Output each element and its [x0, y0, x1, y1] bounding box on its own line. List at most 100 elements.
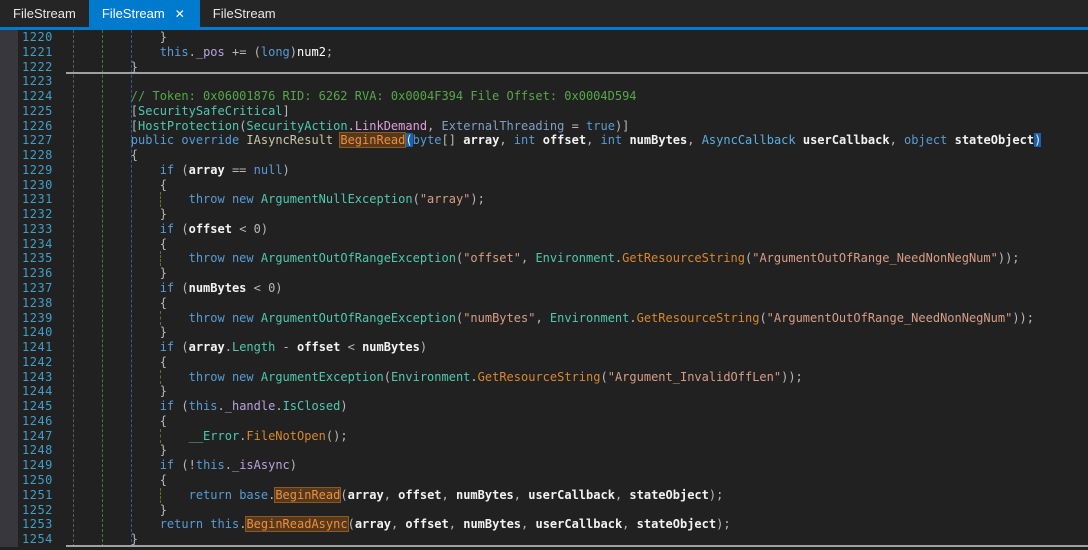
code-text: {	[73, 148, 139, 163]
code-text: }	[66, 532, 1088, 547]
line-number: 1225	[22, 103, 53, 118]
code-line[interactable]: 1245 if (this._handle.IsClosed)	[18, 399, 1088, 414]
tab-bar: FileStream FileStream ✕ FileStream	[0, 0, 1088, 30]
line-number: 1229	[22, 162, 53, 177]
code-text: }	[73, 207, 167, 222]
code-line[interactable]: 1236 }	[18, 266, 1088, 281]
code-text: if (!this._isAsync)	[159, 458, 298, 473]
code-line[interactable]: 1225 [SecuritySafeCritical]	[18, 104, 1088, 119]
line-number: 1221	[22, 44, 53, 59]
code-text: // Token: 0x06001876 RID: 6262 RVA: 0x00…	[73, 89, 637, 104]
code-line[interactable]: 1243 throw new ArgumentException(Environ…	[18, 369, 1088, 385]
line-number: 1254	[22, 532, 53, 547]
tab-filestream-2-active[interactable]: FileStream ✕	[88, 0, 200, 27]
code-text: throw new ArgumentOutOfRangeException("n…	[66, 310, 1088, 326]
line-number: 1234	[22, 236, 53, 251]
line-number: 1246	[22, 413, 53, 428]
tab-label: FileStream	[212, 6, 276, 21]
code-line[interactable]: 1254 }	[18, 532, 1088, 547]
code-line[interactable]: 1241 if (array.Length - offset < numByte…	[18, 340, 1088, 355]
code-text: throw new ArgumentOutOfRangeException("o…	[66, 251, 1088, 267]
code-text: }	[66, 60, 1088, 75]
line-number: 1220	[22, 30, 53, 44]
line-number: 1243	[22, 369, 53, 384]
code-line[interactable]: 1224 // Token: 0x06001876 RID: 6262 RVA:…	[18, 89, 1088, 104]
code-text: {	[73, 177, 167, 192]
code-text: __Error.FileNotOpen();	[66, 428, 1088, 444]
code-editor-window: FileStream FileStream ✕ FileStream 1220 …	[0, 0, 1088, 550]
line-number: 1227	[22, 133, 53, 148]
code-text: this._pos += (long)num2;	[159, 44, 334, 59]
code-text: if (array.Length - offset < numBytes)	[159, 340, 428, 355]
line-number: 1249	[22, 458, 53, 473]
code-line[interactable]: 1222 }	[18, 60, 1088, 75]
line-number: 1245	[22, 399, 53, 414]
line-number: 1240	[22, 325, 53, 340]
line-number: 1223	[22, 74, 53, 89]
code-text: }	[73, 384, 167, 399]
code-lines: 1220 } 1221 this._pos += (long)num2; 1222 …	[18, 30, 1088, 547]
code-line[interactable]: 1230 {	[18, 178, 1088, 193]
line-number: 1222	[22, 59, 53, 74]
line-number: 1230	[22, 177, 53, 192]
line-number: 1224	[22, 89, 53, 104]
code-line[interactable]: 1242 {	[18, 355, 1088, 370]
line-number: 1241	[22, 340, 53, 355]
code-text: throw new ArgumentNullException("array")…	[66, 192, 1088, 207]
code-text: return base.BeginRead(array, offset, num…	[66, 486, 1088, 503]
line-number: 1235	[22, 251, 53, 266]
code-text: [SecuritySafeCritical]	[73, 103, 290, 118]
code-line[interactable]: 1227 public override IAsyncResult BeginR…	[18, 132, 1088, 149]
code-line[interactable]: 1244 }	[18, 384, 1088, 399]
code-line[interactable]: 1248 }	[18, 443, 1088, 458]
line-number: 1237	[22, 281, 53, 296]
code-line[interactable]: 1247 __Error.FileNotOpen();	[18, 428, 1088, 444]
code-editor[interactable]: 1220 } 1221 this._pos += (long)num2; 1222 …	[0, 30, 1088, 547]
code-line[interactable]: 1220 }	[18, 30, 1088, 45]
line-number: 1236	[22, 266, 53, 281]
line-number: 1244	[22, 384, 53, 399]
code-line[interactable]: 1239 throw new ArgumentOutOfRangeExcepti…	[18, 310, 1088, 326]
code-text: }	[73, 502, 167, 517]
code-text: }	[73, 443, 167, 458]
code-line[interactable]: 1228 {	[18, 148, 1088, 163]
close-icon[interactable]: ✕	[173, 7, 187, 21]
code-line[interactable]: 1234 {	[18, 237, 1088, 252]
code-line[interactable]: 1223	[18, 74, 1088, 89]
code-text: {	[73, 413, 167, 428]
line-number: 1233	[22, 221, 53, 236]
code-line[interactable]: 1232 }	[18, 207, 1088, 222]
line-number: 1251	[22, 487, 53, 502]
line-number: 1252	[22, 502, 53, 517]
line-number: 1231	[22, 192, 53, 207]
code-line[interactable]: 1221 this._pos += (long)num2;	[18, 45, 1088, 60]
code-line[interactable]: 1233 if (offset < 0)	[18, 222, 1088, 237]
code-text: }	[73, 30, 167, 44]
tab-filestream-3[interactable]: FileStream	[200, 0, 289, 27]
code-text: {	[73, 354, 167, 369]
code-line[interactable]: 1252 }	[18, 503, 1088, 518]
code-text: return this.BeginReadAsync(array, offset…	[159, 516, 731, 533]
code-text: }	[73, 266, 167, 281]
code-line[interactable]: 1251 return base.BeginRead(array, offset…	[18, 486, 1088, 503]
code-line[interactable]: 1237 if (numBytes < 0)	[18, 281, 1088, 296]
code-text: public override IAsyncResult BeginRead(b…	[130, 132, 1042, 149]
code-line[interactable]: 1226 [HostProtection(SecurityAction.Link…	[18, 119, 1088, 134]
code-text: {	[73, 472, 167, 487]
code-line[interactable]: 1253 return this.BeginReadAsync(array, o…	[18, 516, 1088, 533]
glyph-margin	[0, 30, 18, 547]
code-line[interactable]: 1250 {	[18, 473, 1088, 488]
code-line[interactable]: 1238 {	[18, 296, 1088, 311]
code-line[interactable]: 1240 }	[18, 325, 1088, 340]
code-line[interactable]: 1229 if (array == null)	[18, 163, 1088, 178]
line-number: 1247	[22, 428, 53, 443]
line-number: 1239	[22, 310, 53, 325]
line-number: 1238	[22, 295, 53, 310]
tab-filestream-1[interactable]: FileStream	[0, 0, 89, 27]
code-line[interactable]: 1249 if (!this._isAsync)	[18, 458, 1088, 473]
code-line[interactable]: 1235 throw new ArgumentOutOfRangeExcepti…	[18, 251, 1088, 267]
code-line[interactable]: 1246 {	[18, 414, 1088, 429]
code-text: if (offset < 0)	[159, 221, 269, 236]
code-line[interactable]: 1231 throw new ArgumentNullException("ar…	[18, 192, 1088, 207]
